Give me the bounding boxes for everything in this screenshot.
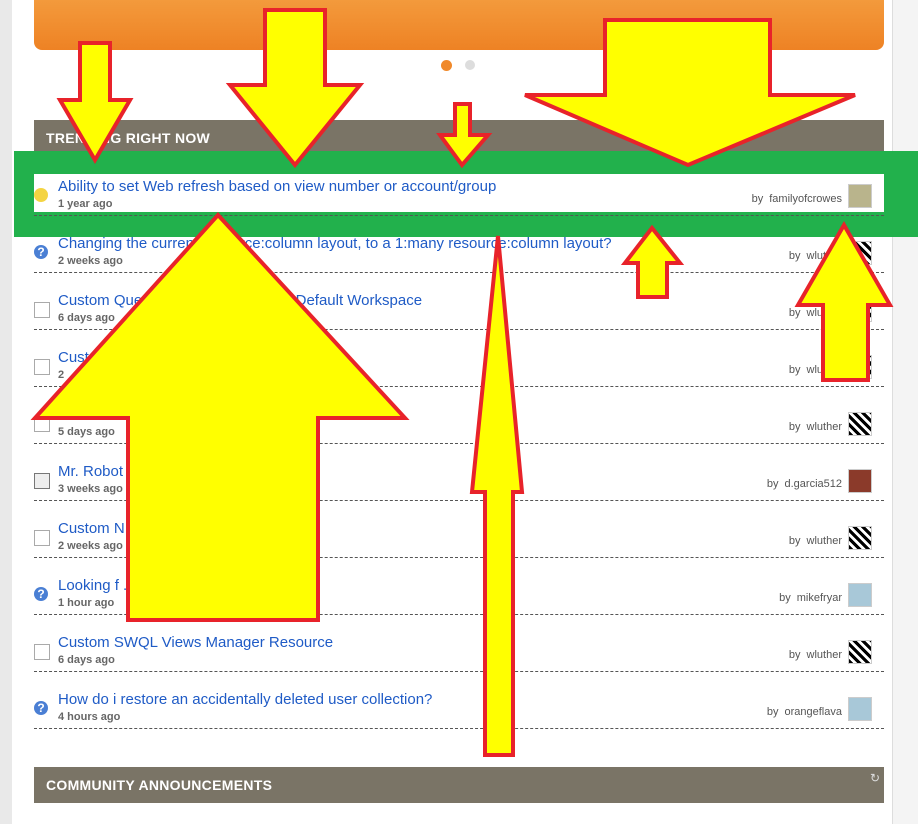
thread-title[interactable]: Custom N ... Details Resource [58,520,260,537]
right-gutter [892,0,918,824]
author-name[interactable]: wluther [807,535,842,547]
thread-row[interactable]: Custom N ... Details Resource 2 weeks ag… [34,500,884,558]
carousel-dot-2[interactable] [465,60,475,70]
thread-age: 4 hours ago [58,711,121,723]
thread-age: 1 year ago [58,198,113,210]
avatar[interactable] [848,298,872,322]
chat-icon: ? [34,587,48,601]
thread-author-line: by familyofcrowes [752,193,842,205]
document-icon [34,644,50,660]
thread-title[interactable]: Custom SWQL Views Manager Resource [58,634,333,651]
author-name[interactable]: wluther [807,250,842,262]
avatar[interactable] [848,241,872,265]
author-name[interactable]: orangeflava [785,706,843,718]
by-label: by [788,364,801,376]
thread-title[interactable]: Custom [58,349,110,366]
thread-age: 5 days ago [58,426,115,438]
avatar[interactable] [848,526,872,550]
author-name[interactable]: d.garcia512 [785,478,843,490]
thread-row[interactable]: ? How do i restore an accidentally delet… [34,671,884,729]
author-name[interactable]: mikefryar [797,592,842,604]
by-label: by [779,592,791,604]
document-icon [34,302,50,318]
thread-age: 3 weeks ago [58,483,123,495]
avatar[interactable] [848,583,872,607]
thread-title[interactable]: Mr. Robot ... ion Meets Reality [58,463,259,480]
by-label: by [766,706,779,718]
thread-author-line: by wluther [789,649,842,661]
thread-author-line: by d.garcia512 [767,478,842,490]
author-name[interactable]: wluther [807,649,842,661]
bulb-icon [34,188,48,202]
chat-icon: ? [34,245,48,259]
thread-author-line: by wluther [789,250,842,262]
by-label: by [788,307,801,319]
community-header: COMMUNITY ANNOUNCEMENTS ↻ [34,767,884,803]
author-name[interactable]: familyofcrowes [769,193,842,205]
card-icon [34,473,50,489]
thread-row[interactable]: ? Looking f ... ration check policy 1 ho… [34,557,884,615]
refresh-icon[interactable]: ↻ [870,771,880,785]
thread-title[interactable]: Looking f ... ration check policy [58,577,263,594]
document-icon [34,416,50,432]
thread-author-line: by wluther [789,307,842,319]
thread-author-line: by mikefryar [779,592,842,604]
thread-age: 1 hour ago [58,597,115,609]
author-name[interactable]: wluther [807,421,842,433]
by-label: by [788,649,801,661]
document-icon [34,530,50,546]
thread-author-line: by wluther [789,364,842,376]
thread-row[interactable]: Ability to set Web refresh based on view… [34,158,884,216]
chat-icon: ? [34,701,48,715]
avatar[interactable] [848,412,872,436]
thread-author-line: by orangeflava [767,706,842,718]
thread-age: 2 weeks ago [58,540,123,552]
thread-row[interactable]: Custom 2 by wluther [34,329,884,387]
thread-title[interactable]: Ability to set Web refresh based on view… [58,178,496,195]
thread-row[interactable]: Mr. Robot ... ion Meets Reality 3 weeks … [34,443,884,501]
carousel-dot-1[interactable] [441,60,452,71]
left-gutter [0,0,12,824]
avatar[interactable] [848,697,872,721]
avatar[interactable] [848,184,872,208]
thread-age: 6 days ago [58,312,115,324]
thread-title[interactable]: Changing the current resource:column lay… [58,235,612,252]
avatar[interactable] [848,640,872,664]
thread-title[interactable]: How do i restore an accidentally deleted… [58,691,432,708]
hero-banner[interactable] [34,0,884,50]
thread-row[interactable]: Custom SWQL Views Manager Resource 6 day… [34,614,884,672]
avatar[interactable] [848,355,872,379]
author-name[interactable]: wluther [807,307,842,319]
avatar[interactable] [848,469,872,493]
trending-title: TRENDING RIGHT NOW [46,130,211,146]
thread-author-line: by wluther [789,535,842,547]
community-title: COMMUNITY ANNOUNCEMENTS [46,777,273,793]
author-name[interactable]: wluther [807,364,842,376]
thread-title[interactable]: Custom Query Resource in Shared Default … [58,292,422,309]
thread-row[interactable]: 5 days ago by wluther [34,386,884,444]
thread-age: 2 weeks ago [58,255,123,267]
by-label: by [788,535,801,547]
thread-age: 2 [58,369,65,381]
thread-author-line: by wluther [789,421,842,433]
by-label: by [751,193,764,205]
thread-row[interactable]: Custom Query Resource in Shared Default … [34,272,884,330]
by-label: by [788,250,801,262]
by-label: by [766,478,779,490]
thread-age: 6 days ago [58,654,115,666]
document-icon [34,359,50,375]
by-label: by [788,421,801,433]
thread-row[interactable]: ? Changing the current resource:column l… [34,215,884,273]
